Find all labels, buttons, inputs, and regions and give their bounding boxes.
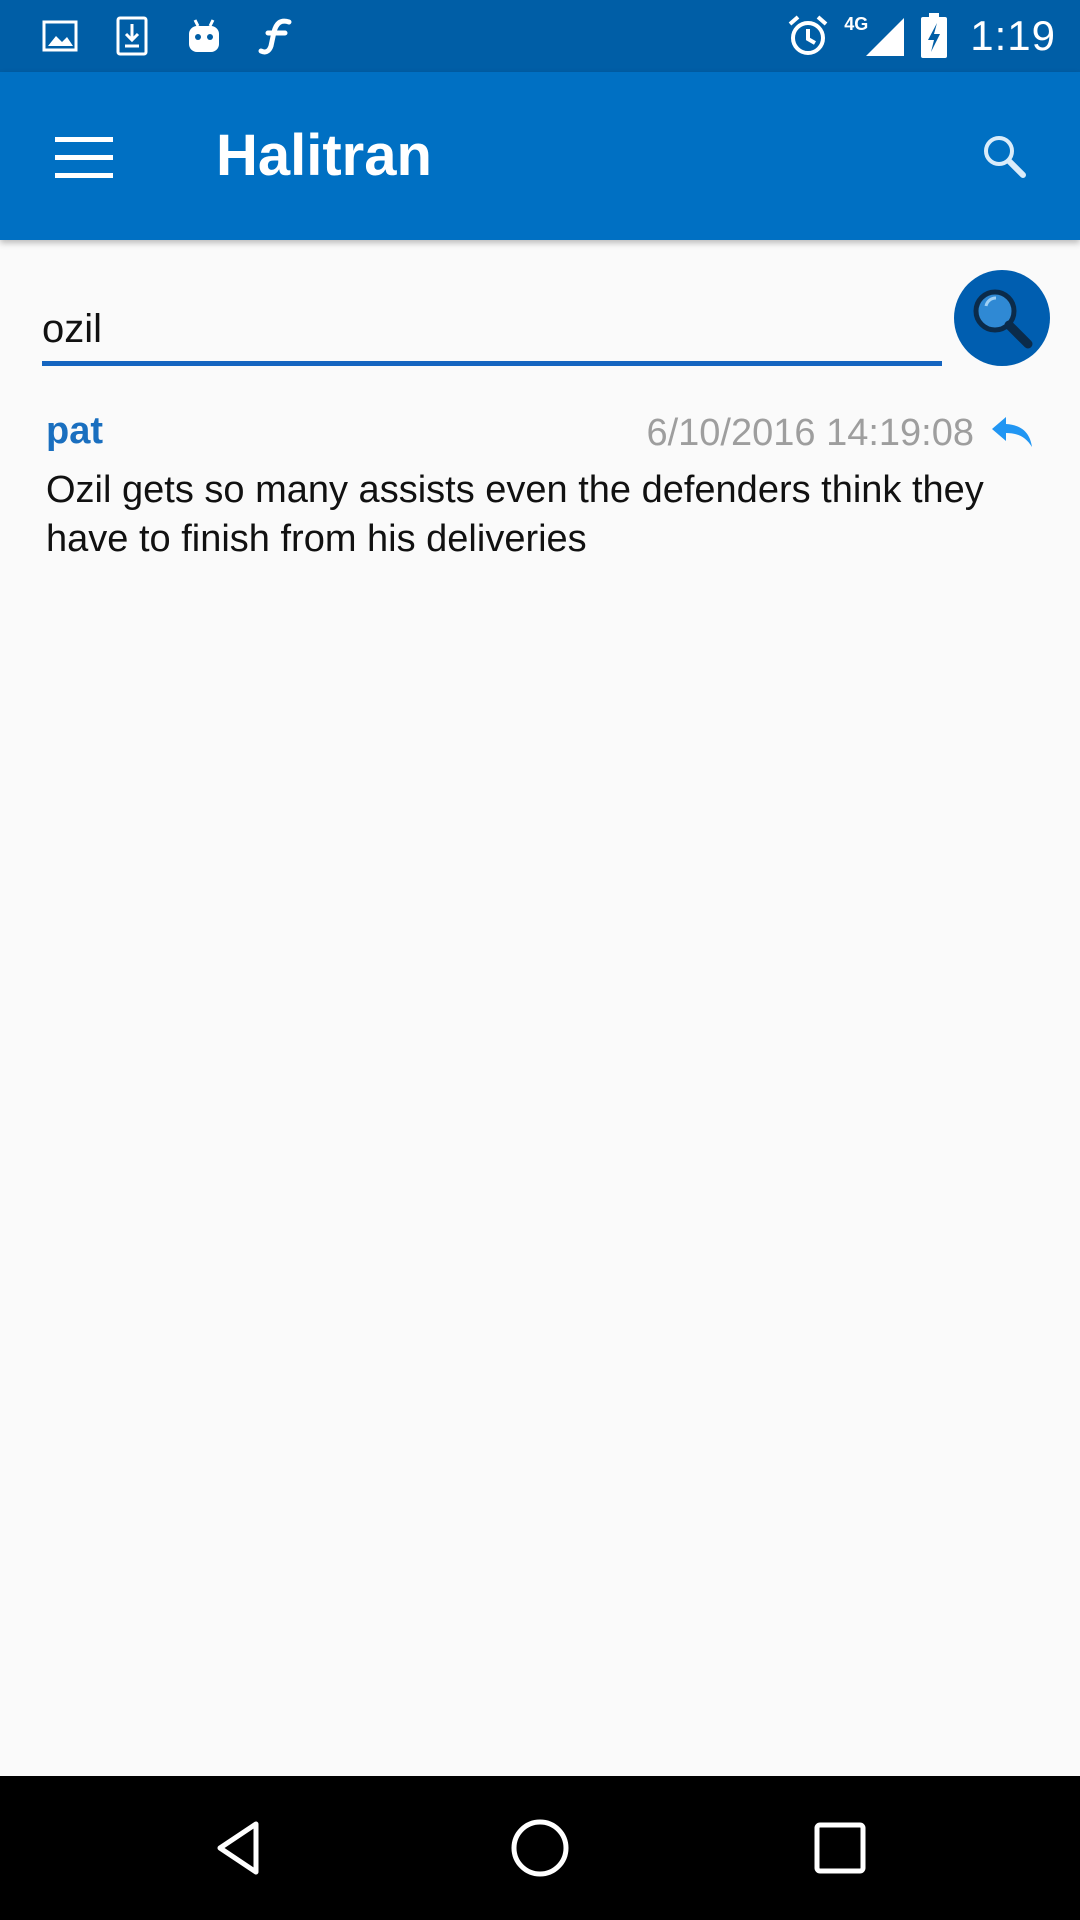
reply-button[interactable] [988, 412, 1036, 452]
signal-icon: 4G [844, 14, 906, 58]
battery-charging-icon [920, 13, 948, 59]
menu-button[interactable] [40, 114, 128, 202]
alarm-icon [786, 14, 830, 58]
notification-icons [36, 14, 324, 58]
recents-button[interactable] [792, 1800, 888, 1896]
appbar-search-button[interactable] [964, 116, 1044, 196]
status-bar: 4G 1:19 [0, 0, 1080, 72]
recents-icon [814, 1822, 866, 1874]
back-button[interactable] [192, 1800, 288, 1896]
android-icon [180, 14, 228, 58]
search-icon [973, 289, 1033, 349]
download-icon [108, 14, 156, 58]
search-button[interactable] [954, 270, 1050, 366]
app-bar: Halitran [0, 72, 1080, 240]
network-type: 4G [844, 13, 869, 34]
image-icon [36, 14, 84, 58]
app-title: Halitran [216, 123, 432, 188]
search-input[interactable] [42, 298, 942, 366]
result-message: Ozil gets so many assists even the defen… [46, 469, 984, 560]
status-time: 1:19 [970, 12, 1056, 59]
home-icon [511, 1819, 569, 1877]
result-username[interactable]: pat [46, 410, 103, 453]
status-right: 4G 1:19 [772, 10, 1056, 62]
home-button[interactable] [492, 1800, 588, 1896]
result-timestamp: 6/10/2016 14:19:08 [646, 412, 974, 454]
navigation-bar [0, 1776, 1080, 1920]
flash-f-icon [252, 14, 300, 58]
back-icon [217, 1821, 259, 1875]
menu-icon [55, 137, 113, 178]
reply-icon [992, 417, 1032, 447]
search-icon [984, 136, 1026, 178]
